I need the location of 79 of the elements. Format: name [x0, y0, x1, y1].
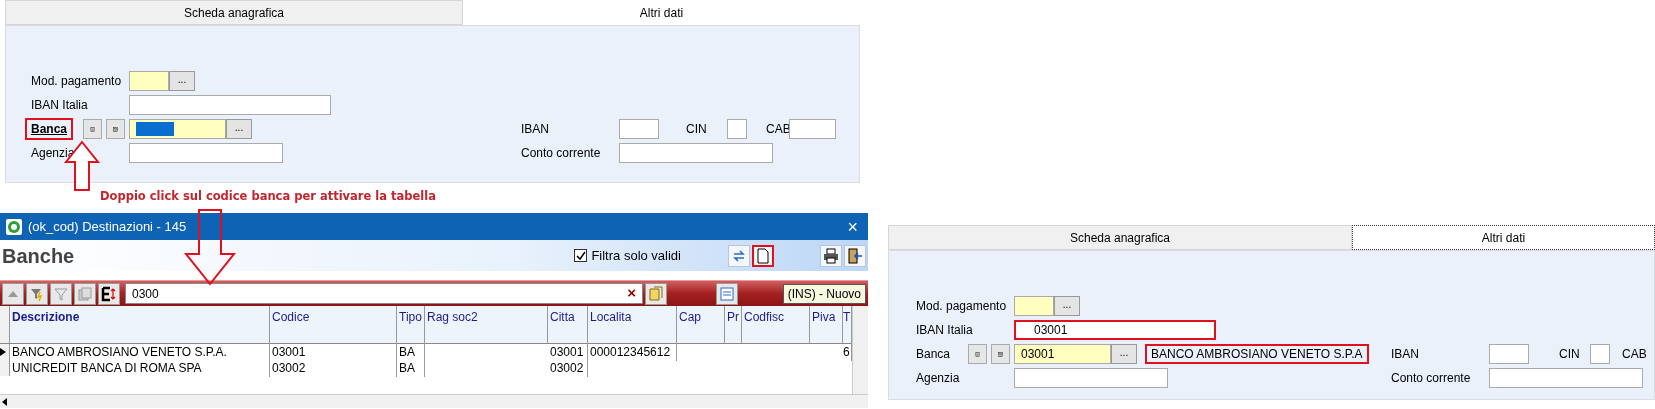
checkbox-label: Filtra solo validi: [591, 246, 681, 265]
column-header[interactable]: Tipo: [397, 306, 425, 343]
browse-button[interactable]: ...: [1054, 296, 1080, 316]
input-field[interactable]: 03001: [1014, 344, 1111, 364]
field-label: Agenzia: [916, 370, 961, 387]
input-field[interactable]: [619, 119, 659, 139]
bank-name: BANCO AMBROSIANO VENETO S.P.A: [1145, 344, 1369, 364]
input-field[interactable]: [1590, 344, 1610, 364]
scroll-left-icon[interactable]: [0, 396, 10, 407]
field-label: Mod. pagamento: [916, 298, 1008, 315]
browse-button[interactable]: ...: [226, 119, 252, 139]
input-field[interactable]: [789, 119, 836, 139]
tab[interactable]: Scheda anagrafica: [5, 0, 463, 25]
annotation-text: Doppio click sul codice banca per attivare la tabella: [100, 188, 436, 205]
field-label: IBAN Italia: [916, 322, 974, 339]
window-title: (ok_cod) Destinazioni - 145: [28, 217, 187, 236]
export-icon[interactable]: [98, 282, 120, 305]
vertical-scrollbar[interactable]: [852, 306, 868, 394]
new-document-icon[interactable]: [752, 244, 774, 267]
input-field[interactable]: [129, 119, 226, 139]
column-header[interactable]: Localita: [588, 306, 677, 343]
field-label: CIN: [1559, 346, 1581, 363]
row-indicator[interactable]: [0, 344, 10, 360]
input-field[interactable]: [727, 119, 747, 139]
close-button[interactable]: ×: [843, 217, 862, 236]
table-cell: 000012345612: [588, 343, 677, 361]
search-field[interactable]: 0300 ×: [125, 283, 643, 304]
table-cell: 03001: [548, 343, 588, 361]
filter-lightning-icon[interactable]: [26, 282, 48, 305]
field-label: IBAN Italia: [31, 97, 89, 114]
field-label: Conto corrente: [521, 145, 602, 162]
field-label: IBAN: [521, 121, 550, 138]
table-cell: BA: [397, 359, 425, 377]
input-field[interactable]: [1014, 296, 1054, 316]
column-header[interactable]: Rag soc2: [425, 306, 548, 343]
column-header[interactable]: Piva: [810, 306, 843, 343]
table-cell: BA: [397, 343, 425, 361]
field-label: Banca: [915, 346, 952, 362]
dialog-heading: Banche: [2, 243, 75, 268]
input-field[interactable]: [1489, 368, 1643, 388]
app-icon: [6, 218, 22, 235]
column-header[interactable]: Citta: [548, 306, 588, 343]
search-text: 0300: [132, 285, 159, 303]
refresh-icon[interactable]: [728, 244, 750, 267]
field-label: Conto corrente: [1391, 370, 1472, 387]
up-icon[interactable]: [2, 282, 24, 305]
field-label: IBAN: [1391, 346, 1420, 363]
filter-icon[interactable]: [50, 282, 72, 305]
column-header[interactable]: Cap: [677, 306, 725, 343]
input-field[interactable]: [1014, 368, 1168, 388]
print-icon[interactable]: [820, 244, 842, 267]
table-cell: UNICREDIT BANCA DI ROMA SPA: [10, 359, 270, 377]
column-header[interactable]: Codice: [270, 306, 397, 343]
input-field[interactable]: [129, 95, 331, 115]
browse-button[interactable]: ...: [169, 71, 195, 91]
browse-button[interactable]: ...: [1111, 344, 1137, 364]
field-label: Mod. pagamento: [31, 73, 123, 90]
input-field[interactable]: [129, 71, 169, 91]
horizontal-scrollbar[interactable]: [0, 394, 868, 408]
input-field[interactable]: 03001: [1014, 320, 1216, 340]
checkbox[interactable]: [574, 249, 588, 262]
input-field[interactable]: [1489, 344, 1529, 364]
column-header[interactable]: Descrizione: [10, 306, 270, 343]
input-field[interactable]: [619, 143, 773, 163]
field-label: CIN: [686, 121, 708, 138]
table-cell: 03002: [548, 359, 588, 377]
table-cell: 03002: [270, 359, 397, 377]
banca-link[interactable]: Banca: [28, 121, 71, 137]
clear-button[interactable]: ×: [627, 282, 636, 305]
tab[interactable]: Scheda anagrafica: [888, 225, 1352, 250]
tooltip: (INS) - Nuovo: [782, 283, 866, 304]
input-field[interactable]: [129, 143, 283, 163]
notes-icon[interactable]: [645, 282, 667, 305]
table-cell: 03001: [270, 343, 397, 361]
column-header[interactable]: Codfisc: [742, 306, 810, 343]
field-label: CAB: [1622, 346, 1647, 363]
column-header[interactable]: Pr: [725, 306, 742, 343]
exit-icon[interactable]: [844, 244, 866, 267]
tab[interactable]: Altri dati: [1352, 225, 1655, 250]
